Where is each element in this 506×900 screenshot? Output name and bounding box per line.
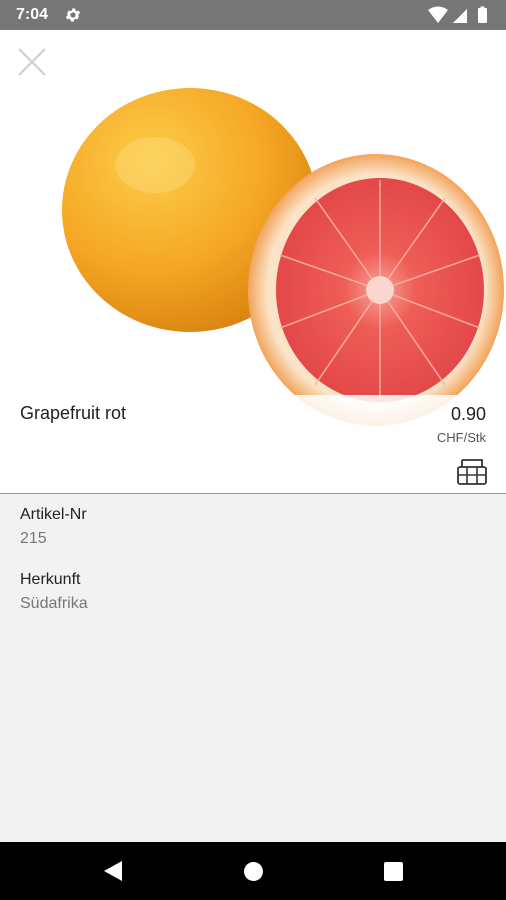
detail-label-origin: Herkunft — [20, 571, 81, 588]
home-icon[interactable] — [244, 862, 263, 881]
status-time: 7:04 — [16, 6, 49, 23]
close-icon[interactable] — [16, 46, 48, 78]
product-unit: CHF/Stk — [436, 430, 486, 445]
product-header: Grapefruit rot 0.90 CHF/Stk — [0, 395, 506, 493]
battery-icon — [478, 8, 487, 23]
signal-icon — [453, 9, 467, 23]
recent-apps-icon[interactable] — [384, 862, 403, 881]
detail-label-article-number: Artikel-Nr — [20, 506, 87, 523]
status-bar: 7:04 — [0, 0, 506, 30]
status-icons — [428, 6, 487, 23]
grapefruit-image — [62, 88, 504, 426]
wifi-icon — [428, 6, 448, 23]
back-icon[interactable] — [102, 859, 124, 883]
product-price: 0.90 — [450, 404, 486, 424]
detail-value-article-number: 215 — [20, 530, 47, 547]
gear-icon — [65, 8, 81, 22]
detail-value-origin: Südafrika — [20, 595, 88, 612]
details-section: Artikel-Nr 215 Herkunft Südafrika — [0, 494, 506, 842]
basket-icon[interactable] — [456, 457, 488, 487]
product-name: Grapefruit rot — [20, 403, 127, 423]
navigation-bar — [0, 842, 506, 900]
